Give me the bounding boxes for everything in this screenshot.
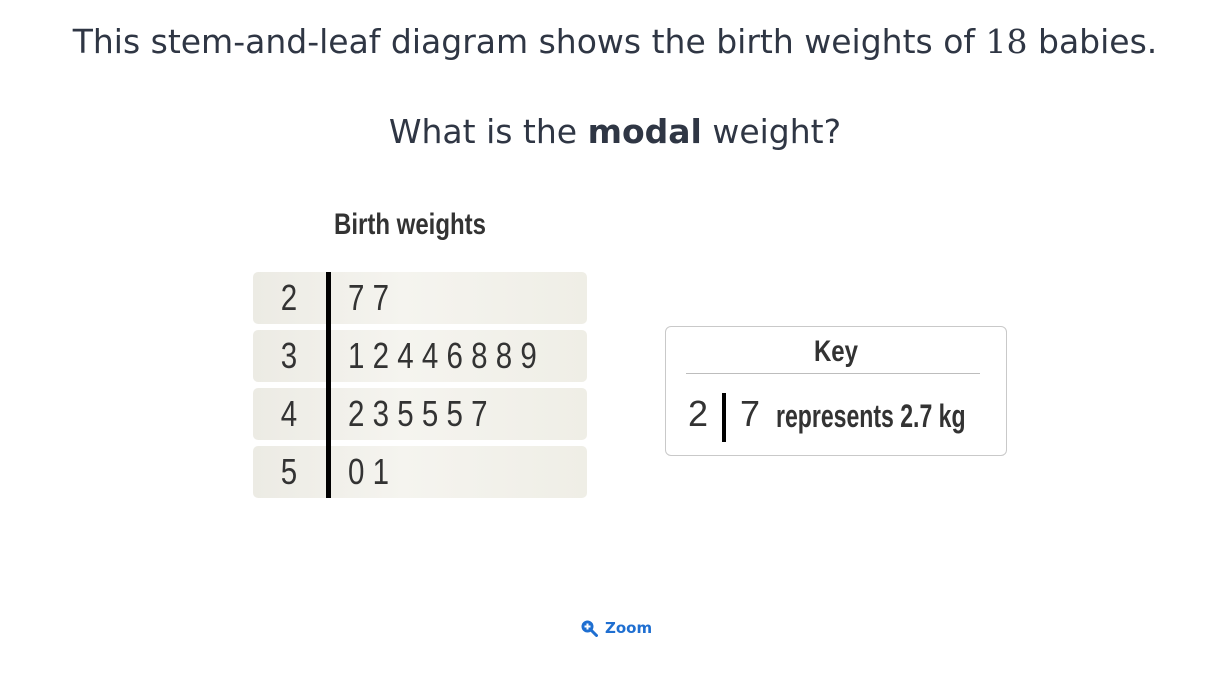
key-stem: 2: [688, 393, 709, 434]
zoom-button[interactable]: Zoom: [580, 616, 652, 640]
stem-leaf-row: 4 2 3 5 5 5 7: [253, 388, 587, 440]
question-2-suffix: weight?: [701, 112, 842, 151]
leaf-values: 2 3 5 5 5 7: [348, 393, 488, 434]
stem-leaf-plot: 2 7 7 3 1 2 4 4 6 8 8 9 4 2 3 5 5 5 7 5 …: [253, 272, 587, 498]
baby-count: 18: [985, 22, 1028, 61]
key-box: Key 2 7 represents 2.7 kg: [665, 326, 1007, 456]
question-suffix: babies.: [1027, 22, 1158, 61]
question-2-bold: modal: [587, 112, 702, 151]
leaf-values: 7 7: [348, 277, 390, 318]
stem-value: 4: [280, 393, 298, 434]
question-line-1: This stem-and-leaf diagram shows the bir…: [0, 18, 1230, 66]
stem-leaf-divider: [326, 272, 331, 498]
question-2-prefix: What is the: [388, 112, 588, 151]
leaf-values: 0 1: [348, 451, 390, 492]
key-divider-bar: [722, 393, 726, 442]
stem-value: 5: [280, 451, 298, 492]
key-leaf: 7: [740, 393, 761, 434]
key-title: Key: [813, 335, 859, 368]
key-text: represents 2.7 kg: [776, 398, 966, 434]
diagram-title: Birth weights: [334, 208, 487, 241]
leaf-values: 1 2 4 4 6 8 8 9: [348, 335, 537, 376]
zoom-label: Zoom: [605, 619, 653, 637]
key-divider-line: [686, 373, 980, 374]
zoom-in-icon: [580, 619, 598, 637]
stem-leaf-row: 5 0 1: [253, 446, 587, 498]
question-line-2: What is the modal weight?: [0, 108, 1230, 156]
stem-value: 3: [280, 335, 298, 376]
question-prefix: This stem-and-leaf diagram shows the bir…: [72, 22, 986, 61]
stem-value: 2: [280, 277, 298, 318]
stem-leaf-row: 2 7 7: [253, 272, 587, 324]
stem-leaf-row: 3 1 2 4 4 6 8 8 9: [253, 330, 587, 382]
